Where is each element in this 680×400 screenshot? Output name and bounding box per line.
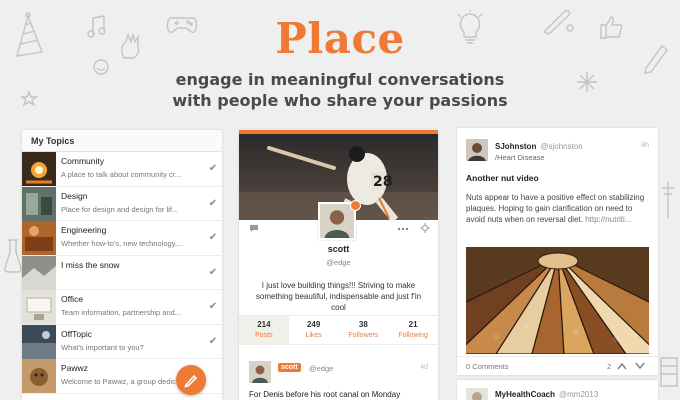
author-avatar[interactable] — [466, 388, 488, 400]
compose-button[interactable] — [176, 365, 206, 395]
topic-name: Office — [61, 294, 84, 304]
author-username[interactable]: SJohnston — [495, 142, 536, 151]
my-topics-header: My Topics — [22, 130, 222, 152]
topic-thumbnail-pawwz — [22, 359, 56, 393]
tool-icon — [662, 182, 674, 218]
author-name[interactable]: MyHealthCoach @mm2013 — [495, 390, 598, 399]
comments-count[interactable]: 0 Comments — [466, 362, 509, 371]
author-username[interactable]: MyHealthCoach — [495, 390, 555, 399]
check-icon[interactable]: ✔ — [204, 290, 222, 324]
topic-thumbnail-design — [22, 186, 56, 221]
feed-post-card: SJohnston @sjohnston /Heart Disease 8h An… — [457, 128, 658, 375]
hero-title: Place — [275, 14, 405, 63]
profile-name: scott — [327, 244, 350, 254]
settings-icon[interactable] — [420, 223, 430, 233]
chevron-up-icon[interactable] — [617, 362, 627, 370]
topic-desc: Team information, partnership and... — [61, 308, 182, 317]
more-icon[interactable] — [397, 227, 409, 231]
topic-item[interactable]: Design Place for design and design for l… — [22, 186, 222, 221]
topic-item[interactable]: Community A place to talk about communit… — [22, 152, 222, 187]
hero-subtitle: engage in meaningful conversations with … — [0, 69, 680, 111]
author-avatar[interactable] — [466, 139, 488, 161]
topic-thumbnail-community — [22, 152, 56, 186]
flask-icon — [4, 239, 22, 273]
topic-thumbnail-engineering — [22, 221, 56, 255]
hero-subtitle-line2: with people who share your passions — [172, 91, 508, 110]
topic-name: Community — [61, 156, 104, 166]
feed-post-card-next[interactable]: MyHealthCoach @mm2013 — [457, 380, 658, 400]
check-icon[interactable]: ✔ — [204, 152, 222, 186]
topic-item[interactable]: Office Team information, partnership and… — [22, 290, 222, 325]
my-topics-panel: My Topics Community A place to talk abou… — [22, 130, 222, 400]
check-icon[interactable]: ✔ — [204, 325, 222, 359]
avatar-badge — [350, 200, 361, 211]
topic-name: I miss the snow — [61, 259, 120, 270]
profile-stats: 214 Posts 249 Likes 38 Followers 21 Foll… — [239, 315, 438, 345]
profile-bio: I just love building things!!! Striving … — [255, 281, 422, 312]
post-topic[interactable]: /Heart Disease — [495, 153, 545, 162]
author-handle: @mm2013 — [559, 390, 599, 399]
post-time: 8h — [641, 142, 649, 149]
post-image-nuts[interactable] — [466, 247, 649, 354]
topic-thumbnail-offtopic — [22, 324, 56, 359]
chevron-down-icon[interactable] — [635, 362, 645, 370]
stat-number: 249 — [306, 320, 321, 329]
stat-number: 214 — [257, 320, 271, 329]
topic-thumbnail-office — [22, 290, 56, 324]
pencil-icon — [184, 374, 198, 388]
post-title[interactable]: Another nut video — [466, 173, 539, 183]
topic-item[interactable]: OffTopic What's important to you? ✔ — [22, 324, 222, 359]
author-handle: @sjohnston — [540, 142, 583, 151]
topic-item[interactable]: Engineering Whether how-to's, new techno… — [22, 221, 222, 256]
topic-thumbnail-snow — [22, 255, 56, 290]
stat-likes[interactable]: 249 Likes — [289, 316, 339, 344]
stat-number: 38 — [358, 320, 368, 329]
message-icon[interactable] — [249, 224, 259, 233]
stack-icon — [660, 357, 678, 387]
check-icon[interactable]: ✔ — [204, 221, 222, 255]
stat-label: Following — [398, 332, 428, 339]
profile-panel: 28 scott @edge I just love building thin… — [239, 130, 438, 400]
stat-following[interactable]: 21 Following — [388, 316, 438, 344]
hero-subtitle-line1: engage in meaningful conversations — [175, 70, 505, 89]
topic-name: Design — [61, 190, 88, 201]
topic-name: OffTopic — [61, 328, 93, 339]
post-footer: 0 Comments 2 — [457, 356, 658, 375]
author-name[interactable]: SJohnston @sjohnston — [495, 142, 583, 151]
topic-check-empty[interactable] — [204, 359, 222, 393]
stat-label: Followers — [348, 332, 379, 339]
topic-desc: Place for design and design for lif... — [61, 204, 179, 214]
post-handle: @edge — [309, 364, 334, 373]
post-time: 4d — [420, 364, 428, 371]
post-text: For Denis before his root canal on Monda… — [249, 390, 401, 399]
stat-label: Posts — [255, 332, 273, 339]
post-link[interactable]: http://nutriti... — [585, 215, 631, 224]
topic-desc: Whether how-to's, new technology,... — [61, 239, 184, 248]
svg-text:28: 28 — [373, 174, 392, 190]
profile-handle: @edge — [326, 258, 351, 267]
post-body: Nuts appear to have a positive effect on… — [466, 192, 651, 225]
stat-posts[interactable]: 214 Posts — [239, 316, 289, 344]
stat-number: 21 — [408, 320, 418, 329]
check-icon[interactable]: ✔ — [204, 256, 222, 290]
profile-post[interactable]: scott @edge 4d For Denis before his root… — [239, 354, 438, 400]
topic-name: Engineering — [61, 225, 107, 235]
post-avatar[interactable] — [249, 361, 271, 383]
stat-label: Likes — [305, 332, 322, 339]
topic-desc: What's important to you? — [61, 342, 144, 352]
vote-count: 2 — [607, 362, 612, 371]
topic-item[interactable]: I miss the snow ✔ — [22, 255, 222, 290]
topic-desc: A place to talk about community cr... — [61, 170, 182, 179]
stat-followers[interactable]: 38 Followers — [339, 316, 389, 344]
post-author-badge[interactable]: scott — [278, 363, 301, 372]
check-icon[interactable]: ✔ — [204, 187, 222, 221]
